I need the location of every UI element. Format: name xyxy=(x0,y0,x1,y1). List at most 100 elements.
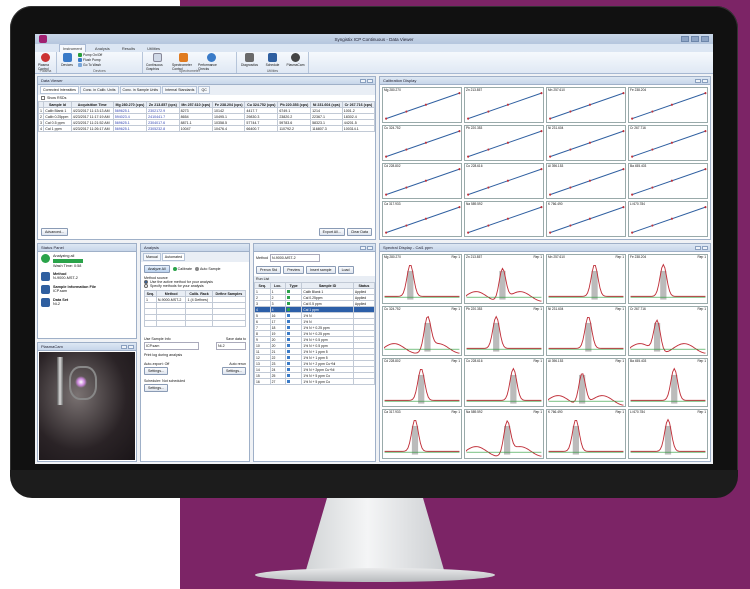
tab-results[interactable]: Results xyxy=(119,45,138,52)
analyze-all-button[interactable]: Analyze All xyxy=(144,265,170,273)
spectrum-line xyxy=(384,264,460,297)
spectral-plot[interactable]: Ba 455.403 Rep 1 xyxy=(628,357,708,408)
spectral-label: Co 228.616 xyxy=(466,358,483,363)
status-ok-icon xyxy=(41,254,50,263)
calibration-plot[interactable]: Zn 213.857 xyxy=(464,87,544,123)
tab-qc[interactable]: QC xyxy=(198,86,210,94)
spectral-plot[interactable]: Zn 213.857 Rep 1 xyxy=(464,254,544,304)
print-log-checkbox[interactable]: Print log during analysis xyxy=(144,353,246,357)
pump-button[interactable]: Pump On/Off xyxy=(78,53,102,57)
spectral-plot[interactable]: Ni 231.604 Rep 1 xyxy=(546,305,626,356)
calibration-plot[interactable]: Co 228.616 xyxy=(464,163,544,199)
integration-window xyxy=(591,270,598,300)
export-settings-button[interactable]: Settings... xyxy=(144,367,168,375)
calibration-plot[interactable]: Cu 324.752 xyxy=(382,125,462,161)
calibration-plot[interactable]: Ca 317.933 xyxy=(382,201,462,237)
sample-info-status[interactable]: Sample Information File ICP.sam xyxy=(38,283,136,296)
list-cell: 27 xyxy=(269,378,286,385)
pane-pin-button[interactable] xyxy=(360,245,366,250)
spectral-plot[interactable]: Pb 220.353 Rep 1 xyxy=(464,305,544,356)
tab-conc-calib-units[interactable]: Conc. in Calib. Units xyxy=(79,86,119,94)
sample-type-icon xyxy=(286,325,290,329)
dataset-field[interactable]: Ni-2 xyxy=(216,342,246,350)
calibration-point xyxy=(651,186,654,189)
calibrate-button[interactable]: Calibrate xyxy=(172,267,192,271)
prerun-button[interactable]: Prerun Std xyxy=(256,266,282,274)
table-row[interactable]: 4 Cal 1 ppm 4/23/2017 11:26:17 AM 569625.1 2… xyxy=(37,125,376,132)
spectral-plot[interactable]: Li 670.784 Rep 1 xyxy=(628,409,708,459)
spectral-plot[interactable]: Ca 317.933 Rep 1 xyxy=(382,409,462,459)
pane-pin-button[interactable] xyxy=(695,78,701,83)
calibration-plot[interactable]: Cd 228.802 xyxy=(382,163,462,199)
spectral-plot[interactable]: K 766.490 Rep 1 xyxy=(546,409,626,459)
clear-data-button[interactable]: Clear Data xyxy=(346,228,372,236)
integration-window xyxy=(510,374,517,404)
spectral-plot[interactable]: Cr 267.716 Rep 1 xyxy=(628,305,708,356)
tab-conc-sample-units[interactable]: Conc. in Sample Units xyxy=(119,86,162,94)
spectral-plot[interactable]: Al 396.153 Rep 1 xyxy=(546,357,626,408)
advanced-button[interactable]: Advanced... xyxy=(41,228,68,236)
tab-utilities[interactable]: Utilities xyxy=(144,45,163,52)
calibration-line xyxy=(631,206,706,234)
tab-corrected-intensities[interactable]: Corrected Intensities xyxy=(40,86,79,94)
scheduler-settings-button[interactable]: Settings... xyxy=(144,384,168,392)
calibration-plot[interactable]: Fe 238.204 xyxy=(628,87,708,123)
flush-pump-button[interactable]: Flush Pump xyxy=(78,58,102,62)
sample-info-field[interactable]: ICP.sam xyxy=(144,342,199,350)
calibration-plot[interactable]: Al 396.153 xyxy=(546,163,626,199)
export-all-button[interactable]: Export All... xyxy=(318,228,345,236)
load-button[interactable]: Load xyxy=(337,266,354,274)
rep-label: Rep 1 xyxy=(451,358,460,363)
calibration-plot[interactable]: Li 670.784 xyxy=(628,201,708,237)
spectral-plot[interactable]: Co 228.616 Rep 1 xyxy=(464,357,544,408)
pane-close-button[interactable] xyxy=(367,78,373,83)
dataset-status[interactable]: Data Set Ni-2 xyxy=(38,296,136,309)
tab-analysis[interactable]: Analysis xyxy=(92,45,113,52)
calibration-plot[interactable]: Ni 231.604 xyxy=(546,125,626,161)
pane-pin-button[interactable] xyxy=(360,78,366,83)
spectral-plot[interactable]: Fe 238.204 Rep 1 xyxy=(628,254,708,304)
calibration-label: Co 228.616 xyxy=(466,164,483,168)
calibration-point xyxy=(467,231,470,234)
sample-type-icon xyxy=(286,379,290,383)
calibration-plot[interactable]: Pb 220.353 xyxy=(464,125,544,161)
calibration-plot[interactable]: Na 589.592 xyxy=(464,201,544,237)
calibration-plot[interactable]: Mg 280.270 xyxy=(382,87,462,123)
pane-pin-button[interactable] xyxy=(121,344,127,349)
pane-close-button[interactable] xyxy=(702,245,708,250)
pane-close-button[interactable] xyxy=(367,245,373,250)
pane-pin-button[interactable] xyxy=(695,245,701,250)
tab-instrument[interactable]: Instrument xyxy=(59,44,86,52)
calibration-point xyxy=(651,224,654,227)
title-bar: Syngistix ICP Continuous - Data Viewer xyxy=(35,34,713,44)
spectral-plot[interactable]: Cu 324.752 Rep 1 xyxy=(382,305,462,356)
spectral-plot[interactable]: Na 589.592 Rep 1 xyxy=(464,409,544,459)
save-data-to-checkbox[interactable]: Save data to xyxy=(226,337,246,341)
method-status[interactable]: Method N-9000-MST-2 xyxy=(38,270,136,283)
tab-internal-standards[interactable]: Internal Standards xyxy=(162,86,198,94)
calibration-plot[interactable]: K 766.490 xyxy=(546,201,626,237)
tab-manual[interactable]: Manual xyxy=(143,253,161,261)
pane-close-button[interactable] xyxy=(702,78,708,83)
use-sample-info-checkbox[interactable]: Use Sample Info xyxy=(144,337,171,341)
go-to-wash-button[interactable]: Go To Wash xyxy=(78,63,102,67)
list-item[interactable]: 16 27 1% N + 5 ppm Co xyxy=(254,378,376,385)
specify-methods-radio[interactable] xyxy=(144,284,148,288)
rerun-settings-button[interactable]: Settings... xyxy=(222,367,246,375)
method-select[interactable]: N-9000-MST-2 xyxy=(270,254,320,262)
preview-button[interactable]: Preview xyxy=(283,266,304,274)
auto-rerun-checkbox[interactable]: Auto rerun xyxy=(229,362,246,366)
spectral-plot[interactable]: Cd 228.802 Rep 1 xyxy=(382,357,462,408)
calibration-plot[interactable]: Mn 257.610 xyxy=(546,87,626,123)
spectral-plot[interactable]: Mg 280.270 Rep 1 xyxy=(382,254,462,304)
show-rsds-checkbox[interactable] xyxy=(41,96,45,100)
spectral-label: Li 670.784 xyxy=(630,410,645,415)
tab-automated[interactable]: Automated xyxy=(161,253,186,261)
spectral-plot[interactable]: Mn 257.610 Rep 1 xyxy=(546,254,626,304)
method-value: N-9000-MST-2 xyxy=(53,276,78,280)
insert-sample-button[interactable]: Insert sample xyxy=(305,266,336,274)
auto-sample-button[interactable]: Auto Sample xyxy=(194,267,221,271)
calibration-plot[interactable]: Cr 267.716 xyxy=(628,125,708,161)
calibration-plot[interactable]: Ba 455.403 xyxy=(628,163,708,199)
pane-close-button[interactable] xyxy=(128,344,134,349)
